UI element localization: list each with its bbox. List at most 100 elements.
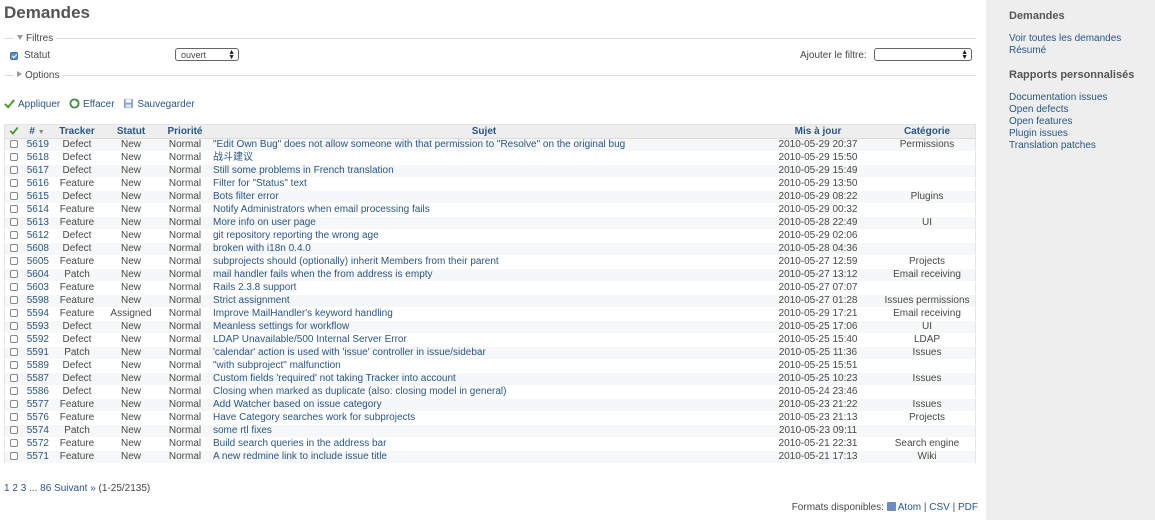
row-checkbox[interactable] — [10, 296, 18, 305]
page-link-last[interactable]: 86 — [40, 483, 51, 494]
issue-subject-link[interactable]: Custom fields 'required' not taking Trac… — [213, 373, 456, 384]
pdf-link[interactable]: PDF — [958, 502, 978, 513]
issue-subject-link[interactable]: LDAP Unavailable/500 Internal Server Err… — [213, 334, 407, 345]
table-row[interactable]: 5614 Feature New Normal Notify Administrator… — [4, 203, 976, 217]
issue-subject-link[interactable]: broken with i18n 0.4.0 — [213, 243, 311, 254]
row-checkbox[interactable] — [10, 283, 18, 292]
sidebar-query-plugin-issues[interactable]: Plugin issues — [1009, 128, 1068, 140]
issue-subject-link[interactable]: Bots filter error — [213, 191, 279, 202]
table-row[interactable]: 5608 Defect New Normal broken with i18n 0.4.… — [4, 242, 976, 256]
issue-subject-link[interactable]: Add Watcher based on issue category — [213, 399, 382, 410]
issue-id-link[interactable]: 5614 — [27, 204, 49, 215]
table-row[interactable]: 5593 Defect New Normal Meanless settings for… — [4, 320, 976, 334]
column-header-id[interactable]: # ▼ — [23, 124, 51, 139]
sidebar-link-all-issues[interactable]: Voir toutes les demandes — [1009, 33, 1121, 45]
row-checkbox[interactable] — [10, 270, 18, 279]
row-checkbox[interactable] — [10, 179, 18, 188]
sidebar-link-summary[interactable]: Résumé — [1009, 45, 1046, 57]
table-row[interactable]: 5586 Defect New Normal Closing when marked a… — [4, 385, 976, 399]
issue-subject-link[interactable]: Still some problems in French translatio… — [213, 165, 394, 176]
issue-id-link[interactable]: 5576 — [27, 412, 49, 423]
column-header-subject[interactable]: Sujet — [211, 124, 757, 139]
issue-subject-link[interactable]: Improve MailHandler's keyword handling — [213, 308, 393, 319]
row-checkbox[interactable] — [10, 348, 18, 357]
statut-filter-checkbox[interactable] — [10, 52, 18, 60]
sidebar-query-translation-patches[interactable]: Translation patches — [1009, 140, 1096, 152]
issue-id-link[interactable]: 5619 — [27, 139, 49, 150]
issue-id-link[interactable]: 5589 — [27, 360, 49, 371]
table-row[interactable]: 5591 Patch New Normal 'calendar' action is u… — [4, 346, 976, 360]
apply-button[interactable]: Appliquer — [4, 99, 63, 110]
issue-subject-link[interactable]: 'calendar' action is used with 'issue' c… — [213, 347, 486, 358]
issue-subject-link[interactable]: Notify Administrators when email process… — [213, 204, 430, 215]
issue-subject-link[interactable]: A new redmine link to include issue titl… — [213, 451, 387, 462]
row-checkbox[interactable] — [10, 231, 18, 240]
column-header-tracker[interactable]: Tracker — [51, 124, 103, 139]
table-row[interactable]: 5603 Feature New Normal Rails 2.3.8 support 2… — [4, 281, 976, 295]
issue-id-link[interactable]: 5593 — [27, 321, 49, 332]
issue-id-link[interactable]: 5572 — [27, 438, 49, 449]
row-checkbox[interactable] — [10, 140, 18, 149]
table-row[interactable]: 5574 Patch New Normal some rtl fixes 2010-05-… — [4, 424, 976, 438]
issue-subject-link[interactable]: "Edit Own Bug" does not allow someone wi… — [213, 139, 625, 150]
options-legend[interactable]: Options — [14, 70, 63, 81]
table-row[interactable]: 5571 Feature New Normal A new redmine link t… — [4, 450, 976, 464]
issue-id-link[interactable]: 5591 — [27, 347, 49, 358]
row-checkbox[interactable] — [10, 322, 18, 331]
issue-id-link[interactable]: 5616 — [27, 178, 49, 189]
csv-link[interactable]: CSV — [929, 502, 950, 513]
row-checkbox[interactable] — [10, 413, 18, 422]
issue-subject-link[interactable]: Closing when marked as duplicate (also: … — [213, 386, 507, 397]
row-checkbox[interactable] — [10, 361, 18, 370]
issue-id-link[interactable]: 5594 — [27, 308, 49, 319]
issue-subject-link[interactable]: subprojects should (optionally) inherit … — [213, 256, 499, 267]
page-link-2[interactable]: 2 — [12, 483, 18, 494]
issue-id-link[interactable]: 5571 — [27, 451, 49, 462]
row-checkbox[interactable] — [10, 153, 18, 162]
issue-subject-link[interactable]: some rtl fixes — [213, 425, 272, 436]
issue-subject-link[interactable]: mail handler fails when the from address… — [213, 269, 433, 280]
row-checkbox[interactable] — [10, 387, 18, 396]
issue-id-link[interactable]: 5574 — [27, 425, 49, 436]
issue-subject-link[interactable]: Build search queries in the address bar — [213, 438, 386, 449]
column-header-category[interactable]: Catégorie — [879, 124, 976, 139]
issue-subject-link[interactable]: 战斗建议 — [213, 152, 253, 163]
issue-id-link[interactable]: 5613 — [27, 217, 49, 228]
clear-button[interactable]: Effacer — [69, 98, 117, 110]
issue-id-link[interactable]: 5592 — [27, 334, 49, 345]
table-row[interactable]: 5572 Feature New Normal Build search queries… — [4, 437, 976, 451]
table-row[interactable]: 5587 Defect New Normal Custom fields 'requir… — [4, 372, 976, 386]
row-checkbox[interactable] — [10, 426, 18, 435]
issue-subject-link[interactable]: git repository reporting the wrong age — [213, 230, 379, 241]
table-row[interactable]: 5618 Defect New Normal 战斗建议 2010-05-29 15:50 — [4, 151, 976, 165]
issue-id-link[interactable]: 5587 — [27, 373, 49, 384]
table-row[interactable]: 5576 Feature New Normal Have Category search… — [4, 411, 976, 425]
sidebar-query-open-features[interactable]: Open features — [1009, 116, 1072, 128]
row-checkbox[interactable] — [10, 192, 18, 201]
issue-id-link[interactable]: 5612 — [27, 230, 49, 241]
atom-link[interactable]: Atom — [898, 502, 921, 513]
table-row[interactable]: 5589 Defect New Normal "with subproject" mal… — [4, 359, 976, 373]
row-checkbox[interactable] — [10, 257, 18, 266]
issue-subject-link[interactable]: More info on user page — [213, 217, 316, 228]
save-button[interactable]: Sauvegarder — [123, 98, 195, 110]
column-header-priority[interactable]: Priorité — [159, 124, 211, 139]
row-checkbox[interactable] — [10, 400, 18, 409]
table-row[interactable]: 5594 Feature Assigned Normal Improve MailHan… — [4, 307, 976, 321]
table-row[interactable]: 5605 Feature New Normal subprojects should (… — [4, 255, 976, 269]
row-checkbox[interactable] — [10, 452, 18, 461]
page-link-3[interactable]: 3 — [21, 483, 27, 494]
next-page-link[interactable]: Suivant » — [54, 483, 96, 494]
row-checkbox[interactable] — [10, 374, 18, 383]
issue-id-link[interactable]: 5577 — [27, 399, 49, 410]
row-checkbox[interactable] — [10, 166, 18, 175]
column-header-updated[interactable]: Mis à jour — [757, 124, 879, 139]
issue-id-link[interactable]: 5604 — [27, 269, 49, 280]
table-row[interactable]: 5619 Defect New Normal "Edit Own Bug" does n… — [4, 138, 976, 152]
issue-subject-link[interactable]: Have Category searches work for subproje… — [213, 412, 415, 423]
issue-subject-link[interactable]: Meanless settings for workflow — [213, 321, 349, 332]
sidebar-query-open-defects[interactable]: Open defects — [1009, 104, 1068, 116]
toggle-all-header[interactable] — [4, 124, 23, 139]
issue-subject-link[interactable]: "with subproject" malfunction — [213, 360, 341, 371]
add-filter-select[interactable]: ▲ ▼ — [874, 48, 972, 61]
